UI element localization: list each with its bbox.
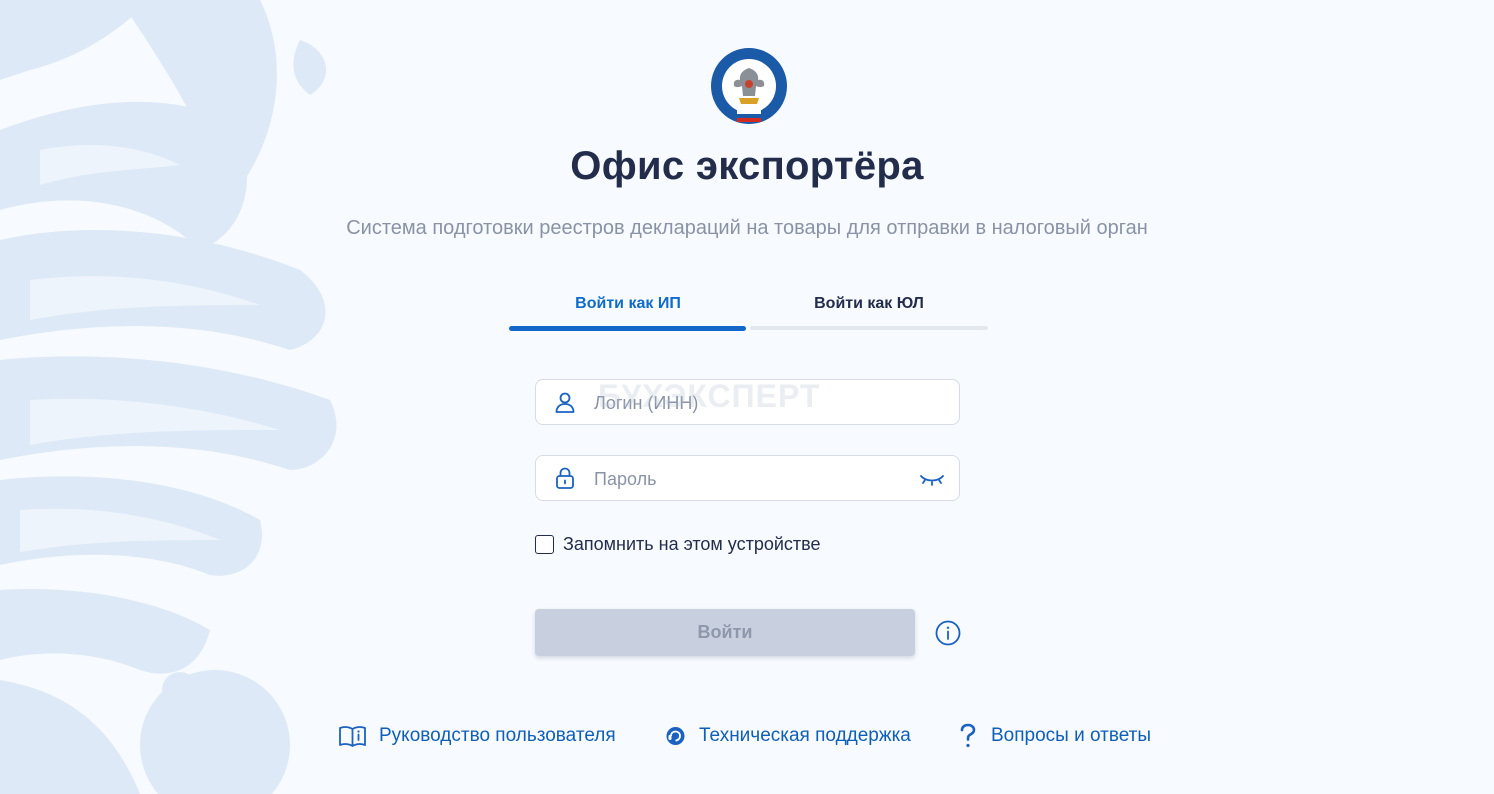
faq-link[interactable]: Вопросы и ответы (957, 722, 1151, 750)
login-type-tabs: Войти как ИП Войти как ЮЛ (509, 286, 988, 331)
password-input[interactable] (592, 456, 906, 502)
user-guide-label: Руководство пользователя (379, 725, 616, 746)
remember-checkbox[interactable] (535, 535, 554, 554)
login-input[interactable] (592, 380, 906, 426)
login-page: Офис экспортёра Система подготовки реест… (0, 0, 1494, 794)
info-icon[interactable] (935, 620, 961, 646)
tech-support-link[interactable]: Техническая поддержка (663, 722, 911, 750)
login-button[interactable]: Войти (535, 609, 915, 656)
tab-active-indicator (509, 326, 746, 331)
eye-closed-icon[interactable] (919, 469, 945, 489)
tab-login-ip[interactable]: Войти как ИП (509, 286, 747, 331)
login-field (535, 379, 960, 426)
headset-icon (666, 727, 685, 745)
remember-label[interactable]: Запомнить на этом устройстве (563, 534, 821, 555)
book-info-icon (339, 726, 366, 747)
lock-icon (556, 467, 574, 489)
user-guide-link[interactable]: Руководство пользователя (338, 722, 616, 750)
page-title: Офис экспортёра (570, 144, 924, 188)
tech-support-label: Техническая поддержка (699, 725, 911, 746)
user-icon (555, 392, 575, 413)
page-subtitle: Система подготовки реестров деклараций н… (346, 217, 1148, 239)
question-icon (960, 723, 976, 748)
tab-inactive-indicator (750, 326, 988, 330)
password-field (535, 455, 960, 502)
fns-emblem-logo (711, 48, 787, 124)
faq-label: Вопросы и ответы (991, 725, 1152, 746)
tab-login-ul[interactable]: Войти как ЮЛ (750, 286, 988, 331)
